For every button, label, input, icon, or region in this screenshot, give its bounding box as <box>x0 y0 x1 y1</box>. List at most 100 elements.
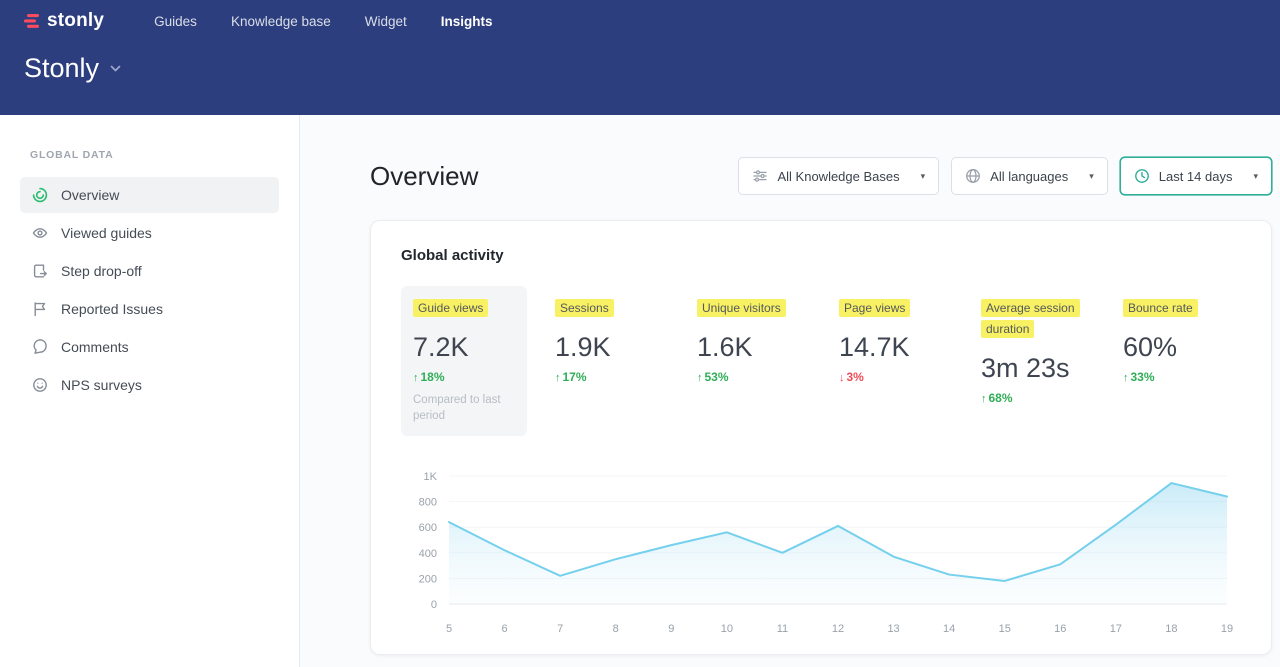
flag-icon <box>32 301 48 317</box>
chart-area: 02004006008001K5678910111213141516171819 <box>401 462 1241 642</box>
metric-value: 60% <box>1123 332 1225 363</box>
metric-label: Sessions <box>555 299 614 317</box>
metric-page-views[interactable]: Page views 14.7K ↓3% <box>827 286 953 436</box>
svg-text:0: 0 <box>431 599 437 611</box>
nav-guides[interactable]: Guides <box>154 14 197 29</box>
svg-text:5: 5 <box>446 623 452 635</box>
svg-text:6: 6 <box>502 623 508 635</box>
languages-filter[interactable]: All languages ▾ <box>951 157 1108 195</box>
arrow-up-icon: ↑ <box>697 372 703 384</box>
metric-change: ↑18% <box>413 370 515 384</box>
sidebar-item-label: Reported Issues <box>61 301 163 317</box>
nav-insights[interactable]: Insights <box>441 14 493 29</box>
svg-text:18: 18 <box>1165 623 1177 635</box>
metric-sessions[interactable]: Sessions 1.9K ↑17% <box>543 286 669 436</box>
metric-change: ↑53% <box>697 370 799 384</box>
chevron-down-icon <box>110 65 121 72</box>
main-content: Overview All Knowledge Bases ▾ <box>300 115 1280 667</box>
arrow-up-icon: ↑ <box>413 372 419 384</box>
metric-label: Bounce rate <box>1123 299 1198 317</box>
nav-knowledge-base[interactable]: Knowledge base <box>231 14 331 29</box>
metric-label: Guide views <box>413 299 488 317</box>
page-exit-icon <box>32 263 48 279</box>
main-nav: Guides Knowledge base Widget Insights <box>154 14 492 29</box>
metric-change: ↑68% <box>981 391 1083 405</box>
metric-value: 1.6K <box>697 332 799 363</box>
chevron-down-icon: ▾ <box>1089 171 1094 182</box>
metric-label: Average session duration <box>981 299 1080 338</box>
svg-text:8: 8 <box>613 623 619 635</box>
sidebar-item-label: Overview <box>61 187 119 203</box>
globe-icon <box>965 168 981 184</box>
svg-text:800: 800 <box>419 497 437 509</box>
global-activity-card: Global activity Guide views 7.2K ↑18% Co… <box>370 220 1272 655</box>
svg-text:16: 16 <box>1054 623 1066 635</box>
date-range-filter[interactable]: Last 14 days ▾ <box>1120 157 1272 195</box>
knowledge-bases-filter-value: All Knowledge Bases <box>777 169 899 184</box>
svg-text:400: 400 <box>419 548 437 560</box>
svg-text:200: 200 <box>419 574 437 586</box>
speech-bubble-icon <box>32 339 48 355</box>
metric-value: 7.2K <box>413 332 515 363</box>
svg-text:12: 12 <box>832 623 844 635</box>
svg-text:9: 9 <box>668 623 674 635</box>
metric-value: 14.7K <box>839 332 941 363</box>
svg-text:11: 11 <box>777 623 788 635</box>
metric-change: ↓3% <box>839 370 941 384</box>
svg-text:19: 19 <box>1221 623 1233 635</box>
stonly-logo-icon <box>24 13 41 29</box>
sidebar-item-label: Viewed guides <box>61 225 152 241</box>
sidebar-item-step-drop-off[interactable]: Step drop-off <box>20 253 279 289</box>
sliders-icon <box>752 168 768 184</box>
metric-value: 1.9K <box>555 332 657 363</box>
svg-text:10: 10 <box>721 623 733 635</box>
sidebar-item-overview[interactable]: Overview <box>20 177 279 213</box>
sidebar-item-label: Comments <box>61 339 129 355</box>
card-title: Global activity <box>401 247 1241 264</box>
workspace-selector[interactable]: Stonly <box>24 53 121 84</box>
svg-text:13: 13 <box>887 623 899 635</box>
svg-text:600: 600 <box>419 522 437 534</box>
arrow-down-icon: ↓ <box>839 372 845 384</box>
filters-bar: All Knowledge Bases ▾ All languages ▾ <box>738 157 1272 195</box>
overview-activity-icon <box>32 187 48 203</box>
svg-text:17: 17 <box>1110 623 1122 635</box>
page-header-row: Overview All Knowledge Bases ▾ <box>370 157 1272 195</box>
svg-text:7: 7 <box>557 623 563 635</box>
eye-icon <box>32 225 48 241</box>
arrow-up-icon: ↑ <box>981 393 987 405</box>
knowledge-bases-filter[interactable]: All Knowledge Bases ▾ <box>738 157 939 195</box>
stonly-logo[interactable]: stonly <box>24 10 104 32</box>
date-range-filter-value: Last 14 days <box>1159 169 1233 184</box>
smiley-icon <box>32 377 48 393</box>
top-nav-row: stonly Guides Knowledge base Widget Insi… <box>24 0 1256 32</box>
sidebar-item-viewed-guides[interactable]: Viewed guides <box>20 215 279 251</box>
page-title: Overview <box>370 161 478 192</box>
sidebar-item-reported-issues[interactable]: Reported Issues <box>20 291 279 327</box>
metric-label: Page views <box>839 299 910 317</box>
chevron-down-icon: ▾ <box>921 171 926 182</box>
metric-guide-views[interactable]: Guide views 7.2K ↑18% Compared to last p… <box>401 286 527 436</box>
metric-bounce-rate[interactable]: Bounce rate 60% ↑33% <box>1111 286 1237 436</box>
metric-average-session-duration[interactable]: Average session duration 3m 23s ↑68% <box>969 286 1095 436</box>
metric-change: ↑17% <box>555 370 657 384</box>
arrow-up-icon: ↑ <box>1123 372 1129 384</box>
sidebar: GLOBAL DATA Overview Viewed guides Step … <box>0 115 300 667</box>
arrow-up-icon: ↑ <box>555 372 561 384</box>
sidebar-item-nps-surveys[interactable]: NPS surveys <box>20 367 279 403</box>
metrics-row: Guide views 7.2K ↑18% Compared to last p… <box>401 286 1241 436</box>
nav-widget[interactable]: Widget <box>365 14 407 29</box>
top-header: stonly Guides Knowledge base Widget Insi… <box>0 0 1280 115</box>
sidebar-item-comments[interactable]: Comments <box>20 329 279 365</box>
workspace-name: Stonly <box>24 53 99 84</box>
page-body: GLOBAL DATA Overview Viewed guides Step … <box>0 115 1280 667</box>
svg-text:15: 15 <box>999 623 1011 635</box>
clock-icon <box>1134 168 1150 184</box>
logo-text: stonly <box>47 10 104 32</box>
metric-change: ↑33% <box>1123 370 1225 384</box>
metric-value: 3m 23s <box>981 353 1083 384</box>
chevron-down-icon: ▾ <box>1253 171 1258 182</box>
sidebar-item-label: Step drop-off <box>61 263 142 279</box>
languages-filter-value: All languages <box>990 169 1068 184</box>
metric-unique-visitors[interactable]: Unique visitors 1.6K ↑53% <box>685 286 811 436</box>
